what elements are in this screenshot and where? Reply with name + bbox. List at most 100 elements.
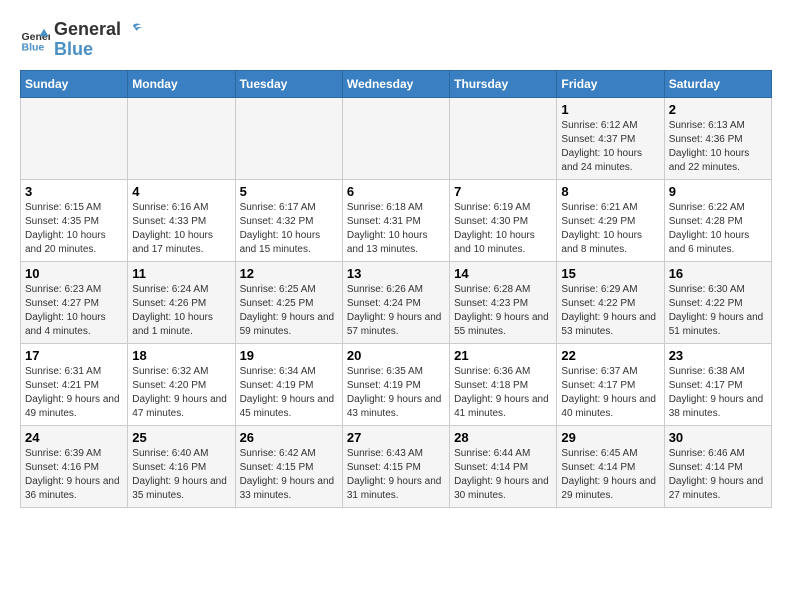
calendar-day-18: 18Sunrise: 6:32 AM Sunset: 4:20 PM Dayli… xyxy=(128,343,235,425)
day-info: Sunrise: 6:16 AM Sunset: 4:33 PM Dayligh… xyxy=(132,201,230,257)
day-number: 13 xyxy=(347,266,445,281)
day-info: Sunrise: 6:39 AM Sunset: 4:16 PM Dayligh… xyxy=(25,447,123,503)
day-number: 26 xyxy=(240,430,338,445)
day-number: 19 xyxy=(240,348,338,363)
calendar-day-3: 3 Sunrise: 6:15 AM Sunset: 4:35 PM Daylig… xyxy=(21,179,128,261)
calendar-day-20: 20Sunrise: 6:35 AM Sunset: 4:19 PM Dayli… xyxy=(342,343,449,425)
calendar-week-row: 17 Sunrise: 6:31 AM Sunset: 4:21 PM Dayli… xyxy=(21,343,772,425)
calendar-week-row: 24 Sunrise: 6:39 AM Sunset: 4:16 PM Dayli… xyxy=(21,425,772,507)
day-info: Sunrise: 6:23 AM Sunset: 4:27 PM Dayligh… xyxy=(25,283,123,339)
calendar-header: SundayMondayTuesdayWednesdayThursdayFrid… xyxy=(21,70,772,97)
calendar-empty-cell xyxy=(450,97,557,179)
day-number: 23 xyxy=(669,348,767,363)
day-number: 24 xyxy=(25,430,123,445)
calendar-day-29: 29 Sunrise: 6:45 AM Sunset: 4:14 PM Dayli… xyxy=(557,425,664,507)
day-info: Sunrise: 6:29 AM Sunset: 4:22 PM Dayligh… xyxy=(561,283,659,339)
calendar-day-22: 22Sunrise: 6:37 AM Sunset: 4:17 PM Dayli… xyxy=(557,343,664,425)
day-info: Sunrise: 6:15 AM Sunset: 4:35 PM Dayligh… xyxy=(25,201,123,257)
day-info: Sunrise: 6:46 AM Sunset: 4:14 PM Dayligh… xyxy=(669,447,767,503)
day-number: 10 xyxy=(25,266,123,281)
day-info: Sunrise: 6:30 AM Sunset: 4:22 PM Dayligh… xyxy=(669,283,767,339)
day-info: Sunrise: 6:36 AM Sunset: 4:18 PM Dayligh… xyxy=(454,365,552,421)
weekday-header-tuesday: Tuesday xyxy=(235,70,342,97)
calendar-day-21: 21 Sunrise: 6:36 AM Sunset: 4:18 PM Dayli… xyxy=(450,343,557,425)
calendar-day-17: 17 Sunrise: 6:31 AM Sunset: 4:21 PM Dayli… xyxy=(21,343,128,425)
day-number: 8 xyxy=(561,184,659,199)
weekday-header-sunday: Sunday xyxy=(21,70,128,97)
logo-bird-icon xyxy=(123,22,143,38)
calendar-day-14: 14 Sunrise: 6:28 AM Sunset: 4:23 PM Dayli… xyxy=(450,261,557,343)
svg-text:Blue: Blue xyxy=(22,41,45,53)
day-number: 14 xyxy=(454,266,552,281)
weekday-header-monday: Monday xyxy=(128,70,235,97)
day-number: 20 xyxy=(347,348,445,363)
calendar-day-24: 24 Sunrise: 6:39 AM Sunset: 4:16 PM Dayli… xyxy=(21,425,128,507)
calendar-week-row: 3 Sunrise: 6:15 AM Sunset: 4:35 PM Daylig… xyxy=(21,179,772,261)
day-info: Sunrise: 6:34 AM Sunset: 4:19 PM Dayligh… xyxy=(240,365,338,421)
calendar-day-25: 25 Sunrise: 6:40 AM Sunset: 4:16 PM Dayli… xyxy=(128,425,235,507)
calendar-day-7: 7 Sunrise: 6:19 AM Sunset: 4:30 PM Daylig… xyxy=(450,179,557,261)
day-number: 21 xyxy=(454,348,552,363)
day-number: 28 xyxy=(454,430,552,445)
calendar-week-row: 1 Sunrise: 6:12 AM Sunset: 4:37 PM Daylig… xyxy=(21,97,772,179)
calendar-empty-cell xyxy=(235,97,342,179)
day-info: Sunrise: 6:13 AM Sunset: 4:36 PM Dayligh… xyxy=(669,119,767,175)
day-info: Sunrise: 6:28 AM Sunset: 4:23 PM Dayligh… xyxy=(454,283,552,339)
weekday-header-wednesday: Wednesday xyxy=(342,70,449,97)
calendar-empty-cell xyxy=(342,97,449,179)
day-info: Sunrise: 6:38 AM Sunset: 4:17 PM Dayligh… xyxy=(669,365,767,421)
day-number: 11 xyxy=(132,266,230,281)
calendar-day-19: 19 Sunrise: 6:34 AM Sunset: 4:19 PM Dayli… xyxy=(235,343,342,425)
day-number: 3 xyxy=(25,184,123,199)
logo-icon: General Blue xyxy=(20,25,50,55)
day-number: 15 xyxy=(561,266,659,281)
weekday-header-friday: Friday xyxy=(557,70,664,97)
calendar-empty-cell xyxy=(21,97,128,179)
day-number: 1 xyxy=(561,102,659,117)
calendar-week-row: 10 Sunrise: 6:23 AM Sunset: 4:27 PM Dayli… xyxy=(21,261,772,343)
day-info: Sunrise: 6:45 AM Sunset: 4:14 PM Dayligh… xyxy=(561,447,659,503)
calendar-day-9: 9 Sunrise: 6:22 AM Sunset: 4:28 PM Daylig… xyxy=(664,179,771,261)
day-info: Sunrise: 6:44 AM Sunset: 4:14 PM Dayligh… xyxy=(454,447,552,503)
weekday-header-saturday: Saturday xyxy=(664,70,771,97)
day-info: Sunrise: 6:17 AM Sunset: 4:32 PM Dayligh… xyxy=(240,201,338,257)
calendar-day-16: 16 Sunrise: 6:30 AM Sunset: 4:22 PM Dayli… xyxy=(664,261,771,343)
day-info: Sunrise: 6:25 AM Sunset: 4:25 PM Dayligh… xyxy=(240,283,338,339)
calendar-day-10: 10 Sunrise: 6:23 AM Sunset: 4:27 PM Dayli… xyxy=(21,261,128,343)
day-info: Sunrise: 6:24 AM Sunset: 4:26 PM Dayligh… xyxy=(132,283,230,339)
calendar-empty-cell xyxy=(128,97,235,179)
calendar-day-2: 2Sunrise: 6:13 AM Sunset: 4:36 PM Daylig… xyxy=(664,97,771,179)
calendar-day-11: 11 Sunrise: 6:24 AM Sunset: 4:26 PM Dayli… xyxy=(128,261,235,343)
calendar-day-12: 12Sunrise: 6:25 AM Sunset: 4:25 PM Dayli… xyxy=(235,261,342,343)
day-info: Sunrise: 6:12 AM Sunset: 4:37 PM Dayligh… xyxy=(561,119,659,175)
day-number: 27 xyxy=(347,430,445,445)
day-info: Sunrise: 6:19 AM Sunset: 4:30 PM Dayligh… xyxy=(454,201,552,257)
day-info: Sunrise: 6:40 AM Sunset: 4:16 PM Dayligh… xyxy=(132,447,230,503)
calendar-day-27: 27Sunrise: 6:43 AM Sunset: 4:15 PM Dayli… xyxy=(342,425,449,507)
day-number: 4 xyxy=(132,184,230,199)
calendar-day-26: 26 Sunrise: 6:42 AM Sunset: 4:15 PM Dayli… xyxy=(235,425,342,507)
weekday-header-row: SundayMondayTuesdayWednesdayThursdayFrid… xyxy=(21,70,772,97)
day-info: Sunrise: 6:21 AM Sunset: 4:29 PM Dayligh… xyxy=(561,201,659,257)
day-info: Sunrise: 6:31 AM Sunset: 4:21 PM Dayligh… xyxy=(25,365,123,421)
logo: General Blue General Blue xyxy=(20,20,143,60)
day-number: 29 xyxy=(561,430,659,445)
calendar-day-1: 1 Sunrise: 6:12 AM Sunset: 4:37 PM Daylig… xyxy=(557,97,664,179)
day-info: Sunrise: 6:26 AM Sunset: 4:24 PM Dayligh… xyxy=(347,283,445,339)
calendar-day-6: 6Sunrise: 6:18 AM Sunset: 4:31 PM Daylig… xyxy=(342,179,449,261)
day-number: 25 xyxy=(132,430,230,445)
day-number: 17 xyxy=(25,348,123,363)
day-number: 5 xyxy=(240,184,338,199)
day-number: 16 xyxy=(669,266,767,281)
calendar: SundayMondayTuesdayWednesdayThursdayFrid… xyxy=(20,70,772,508)
calendar-day-23: 23 Sunrise: 6:38 AM Sunset: 4:17 PM Dayli… xyxy=(664,343,771,425)
day-info: Sunrise: 6:32 AM Sunset: 4:20 PM Dayligh… xyxy=(132,365,230,421)
day-number: 7 xyxy=(454,184,552,199)
calendar-day-28: 28 Sunrise: 6:44 AM Sunset: 4:14 PM Dayli… xyxy=(450,425,557,507)
calendar-day-8: 8 Sunrise: 6:21 AM Sunset: 4:29 PM Daylig… xyxy=(557,179,664,261)
day-number: 9 xyxy=(669,184,767,199)
calendar-day-5: 5 Sunrise: 6:17 AM Sunset: 4:32 PM Daylig… xyxy=(235,179,342,261)
weekday-header-thursday: Thursday xyxy=(450,70,557,97)
day-info: Sunrise: 6:22 AM Sunset: 4:28 PM Dayligh… xyxy=(669,201,767,257)
day-info: Sunrise: 6:42 AM Sunset: 4:15 PM Dayligh… xyxy=(240,447,338,503)
